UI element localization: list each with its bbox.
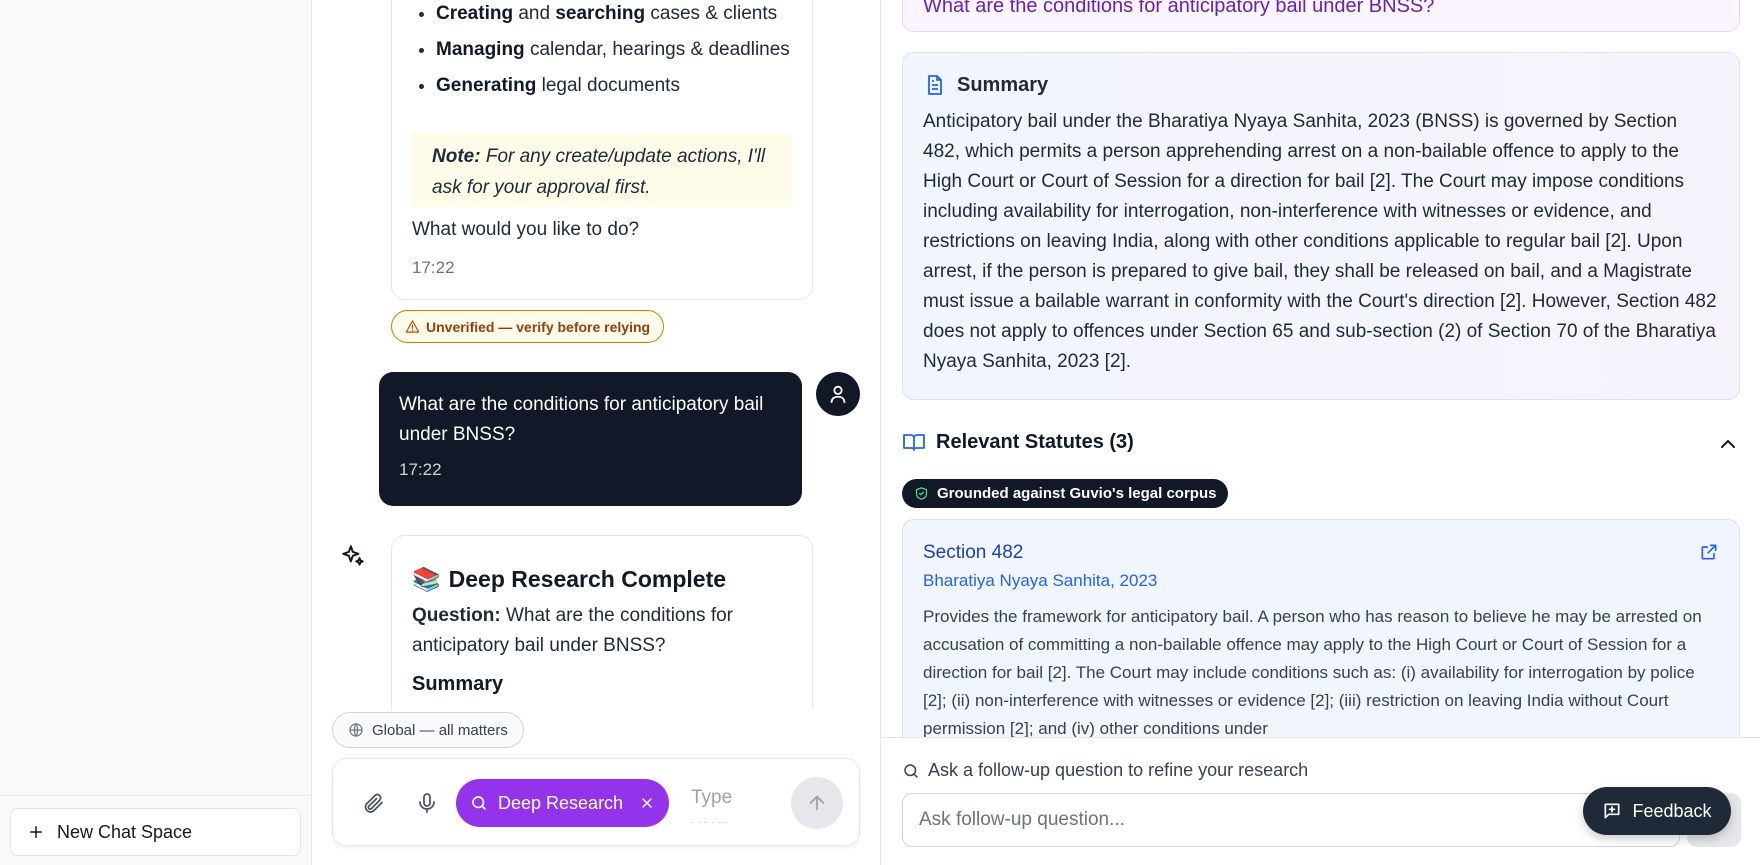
research-title-text: Deep Research Complete (448, 566, 727, 592)
sparkles-icon (342, 545, 364, 566)
statute-act: Bharatiya Nyaya Sanhita, 2023 (923, 571, 1158, 590)
search-icon (472, 796, 486, 810)
statute-card: Section 482 Bharatiya Nyaya Sanhita, 202… (902, 519, 1740, 759)
message-timestamp: 17:22 (399, 460, 442, 479)
search-icon (904, 763, 918, 778)
books-icon: 📚 (412, 566, 441, 592)
microphone-icon (419, 793, 435, 813)
paperclip-icon (364, 793, 383, 813)
feedback-label: Feedback (1632, 800, 1712, 821)
deep-research-toggle[interactable]: Deep Research (456, 779, 670, 827)
grounded-badge: Grounded against Guvio's legal corpus (902, 479, 1229, 508)
summary-section: Summary Anticipatory bail under the Bhar… (902, 52, 1740, 400)
message-input[interactable]: Type your (691, 783, 755, 823)
list-item: Managing calendar, hearings & deadlines (436, 35, 796, 65)
scope-label: Global — all matters (372, 721, 508, 739)
composer-area: Global — all matters Deep Research Type … (313, 710, 880, 865)
research-question-banner: What are the conditions for anticipatory… (902, 0, 1740, 32)
warning-icon (405, 320, 420, 333)
unverified-badge: Unverified — verify before relying (391, 310, 665, 343)
sidebar-footer: New Chat Space (0, 795, 311, 865)
followup-hint: Ask a follow-up question to refine your … (902, 760, 1308, 781)
deep-research-label: Deep Research (498, 792, 624, 813)
statutes-heading: Relevant Statutes (3) (936, 430, 1134, 453)
new-chat-space-label: New Chat Space (57, 821, 193, 842)
user-icon (830, 385, 846, 404)
statutes-header[interactable]: Relevant Statutes (3) (902, 430, 1740, 454)
feedback-button[interactable]: Feedback (1583, 787, 1731, 835)
summary-text: Anticipatory bail under the Bharatiya Ny… (923, 111, 1717, 372)
user-message-text: What are the conditions for anticipatory… (399, 394, 764, 445)
chevron-up-icon[interactable] (1716, 432, 1740, 456)
statute-title-link[interactable]: Section 482 (923, 542, 1719, 564)
avatar (816, 372, 860, 416)
approval-note: Note: For any create/update actions, I'l… (412, 133, 792, 207)
summary-heading: Summary (923, 73, 1719, 97)
globe-icon (349, 723, 363, 737)
research-card-title: 📚 Deep Research Complete (412, 566, 792, 593)
note-text: For any create/update actions, I'll ask … (432, 146, 766, 198)
research-question: Question: What are the conditions for an… (412, 605, 734, 656)
attach-button[interactable] (358, 788, 388, 818)
list-item: Generating legal documents (436, 71, 796, 101)
research-summary-heading: Summary (412, 673, 504, 695)
research-panel[interactable]: What are the conditions for anticipatory… (880, 0, 1760, 865)
send-button[interactable] (791, 777, 843, 829)
shield-check-icon (915, 487, 928, 500)
close-icon[interactable] (639, 795, 655, 811)
scope-selector[interactable]: Global — all matters (332, 712, 524, 748)
list-item: Creating and searching cases & clients (436, 0, 796, 29)
followup-input[interactable] (902, 793, 1680, 847)
note-label: Note: (432, 146, 481, 167)
message-plus-icon (1604, 803, 1620, 819)
unverified-badge-label: Unverified — verify before relying (426, 318, 651, 335)
sidebar: New Chat Space (0, 0, 312, 865)
arrow-up-icon (809, 795, 825, 811)
statute-description: Provides the framework for anticipatory … (923, 607, 1702, 738)
message-timestamp: 17:22 (412, 258, 455, 277)
plus-icon (30, 826, 42, 838)
capability-list: Creating and searching cases & clients M… (436, 0, 796, 107)
voice-input-button[interactable] (412, 788, 442, 818)
assistant-message: Creating and searching cases & clients M… (391, 0, 813, 300)
chat-thread[interactable]: Creating and searching cases & clients M… (313, 0, 880, 865)
document-icon (928, 75, 942, 95)
user-message: What are the conditions for anticipatory… (379, 372, 802, 506)
message-composer: Deep Research Type your (332, 758, 860, 846)
external-link-icon[interactable] (1699, 542, 1719, 562)
book-open-icon (903, 434, 925, 451)
deep-research-card: 📚 Deep Research Complete Question: What … (391, 535, 813, 735)
assistant-question: What would you like to do? (412, 219, 640, 240)
new-chat-space-button[interactable]: New Chat Space (10, 808, 301, 856)
